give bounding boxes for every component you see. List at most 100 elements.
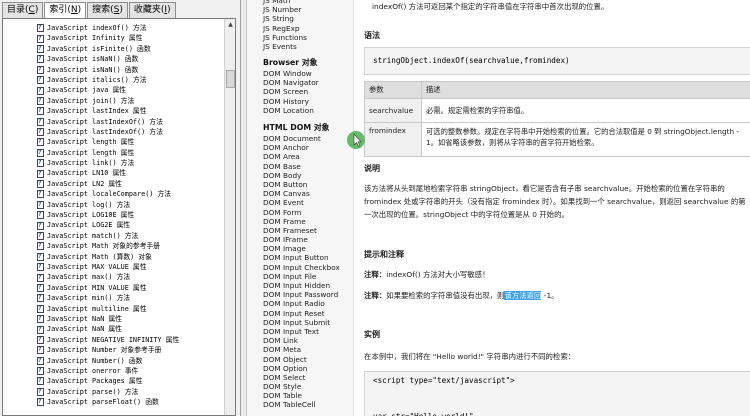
tab-2[interactable]: 搜索(S) (87, 2, 128, 18)
list-item-label: JavaScript match() 方法 (47, 231, 139, 240)
nav-link[interactable]: DOM Window (263, 69, 319, 78)
list-item[interactable]: JavaScript length 属性 (37, 137, 223, 148)
tab-1[interactable]: 索引(N) (44, 2, 87, 19)
list-item[interactable]: JavaScript lastIndex 属性 (37, 106, 223, 117)
list-item[interactable]: JavaScript match() 方法 (37, 231, 223, 241)
nav-link[interactable]: DOM Screen (263, 87, 319, 96)
nav-link[interactable]: DOM Select (263, 373, 340, 382)
index-scrollbar[interactable]: ▲ (224, 19, 235, 415)
nav-link[interactable]: DOM Anchor (263, 143, 340, 152)
list-item[interactable]: JavaScript localeCompare() 方法 (37, 189, 223, 200)
list-item-label: JavaScript LOG10E 属性 (47, 211, 135, 220)
list-item[interactable]: JavaScript Infinity 属性 (37, 33, 223, 44)
nav-link[interactable]: DOM Input Radio (263, 299, 340, 308)
nav-link[interactable]: DOM Table (263, 391, 340, 400)
nav-link[interactable]: DOM Navigator (263, 78, 319, 87)
list-item[interactable]: JavaScript LOG2E 属性 (37, 220, 223, 231)
help-topic-icon (37, 241, 44, 252)
list-item[interactable]: JavaScript isFinite() 函数 (37, 44, 223, 54)
list-item[interactable]: JavaScript join() 方法 (37, 96, 223, 106)
list-item[interactable]: JavaScript java 属性 (37, 85, 223, 96)
help-topic-icon (37, 96, 44, 106)
list-item[interactable]: JavaScript parse() 方法 (37, 387, 223, 397)
nav-link[interactable]: DOM Option (263, 364, 340, 373)
nav-link[interactable]: DOM Area (263, 152, 340, 161)
nav-link[interactable]: DOM Input Checkbox (263, 263, 340, 272)
list-item[interactable]: JavaScript parseFloat() 函数 (37, 397, 223, 408)
nav-link[interactable]: DOM History (263, 97, 319, 106)
nav-link[interactable]: DOM Input Hidden (263, 281, 340, 290)
list-item[interactable]: JavaScript LOG10E 属性 (37, 210, 223, 221)
list-item[interactable]: JavaScript indexOf() 方法 (37, 23, 223, 34)
scroll-thumb[interactable] (226, 70, 235, 88)
nav-link[interactable]: JS RegExp (263, 24, 307, 33)
list-item[interactable]: JavaScript link() 方法 (37, 158, 223, 169)
help-topic-icon (37, 127, 44, 137)
list-item[interactable]: JavaScript MIN VALUE 属性 (37, 283, 223, 293)
nav-link[interactable]: DOM Object (263, 355, 340, 364)
help-topic-icon (37, 137, 44, 148)
list-item[interactable]: JavaScript LN10 属性 (37, 168, 223, 179)
nav-link[interactable]: DOM Input Button (263, 253, 340, 262)
list-item-label: JavaScript NaN 属性 (47, 325, 122, 334)
nav-link[interactable]: DOM Input Text (263, 327, 340, 336)
nav-link[interactable]: JS Functions (263, 33, 307, 42)
nav-link[interactable]: DOM Image (263, 244, 340, 253)
list-item[interactable]: JavaScript LN2 属性 (37, 179, 223, 189)
list-item[interactable]: JavaScript Number 对象参考手册 (37, 345, 223, 356)
list-item[interactable]: JavaScript Packages 属性 (37, 376, 223, 387)
text-selection[interactable]: 该方法返回 (504, 291, 542, 300)
list-item[interactable]: JavaScript log() 方法 (37, 200, 223, 210)
list-item[interactable]: JavaScript NaN 属性 (37, 314, 223, 325)
nav-link[interactable]: JS Events (263, 42, 307, 51)
tab-3[interactable]: 收藏夹(I) (128, 2, 176, 18)
params-header-row: 参数 描述 (364, 81, 750, 99)
nav-link[interactable]: DOM Input Reset (263, 309, 340, 318)
list-item[interactable]: JavaScript lastIndexOf() 方法 (37, 117, 223, 127)
example-code: <script type="text/javascript"> var str="… (364, 371, 750, 416)
nav-link[interactable]: DOM Meta (263, 345, 340, 354)
list-item[interactable]: JavaScript min() 方法 (37, 293, 223, 304)
list-item[interactable]: JavaScript isNaN() 函数 (37, 65, 223, 75)
nav-link[interactable]: DOM Document (263, 134, 340, 143)
nav-link[interactable]: DOM Button (263, 180, 340, 189)
list-item[interactable]: JavaScript Math 对象的参考手册 (37, 241, 223, 252)
list-item-label: JavaScript length 属性 (47, 138, 135, 147)
nav-link[interactable]: JS Number (263, 5, 307, 14)
list-item[interactable]: JavaScript max() 方法 (37, 272, 223, 283)
nav-link[interactable]: DOM Frame (263, 217, 340, 226)
nav-link[interactable]: DOM TableCell (263, 400, 340, 409)
list-item[interactable]: JavaScript multiline 属性 (37, 304, 223, 314)
scroll-up-arrow-icon[interactable]: ▲ (225, 19, 235, 30)
nav-link[interactable]: DOM IFrame (263, 235, 340, 244)
list-item[interactable]: JavaScript isNaN() 函数 (37, 54, 223, 65)
list-item[interactable]: JavaScript length 属性 (37, 148, 223, 158)
list-item[interactable]: JavaScript Math (算数) 对象 (37, 252, 223, 262)
nav-link[interactable]: DOM Link (263, 336, 340, 345)
help-topic-icon (37, 148, 44, 158)
nav-link[interactable]: DOM Canvas (263, 189, 340, 198)
list-item-label: JavaScript isNaN() 函数 (47, 65, 139, 74)
nav-link[interactable]: DOM Style (263, 382, 340, 391)
list-item[interactable]: JavaScript MAX VALUE 属性 (37, 262, 223, 273)
note-text-end: -1。 (541, 291, 559, 300)
syntax-title: 语法 (364, 31, 380, 40)
nav-link[interactable]: JS String (263, 14, 307, 23)
nav-link[interactable]: DOM Input Submit (263, 318, 340, 327)
nav-link[interactable]: DOM Form (263, 208, 340, 217)
nav-link[interactable]: DOM Body (263, 171, 340, 180)
tab-0[interactable]: 目录(C) (2, 2, 44, 18)
nav-link[interactable]: DOM Event (263, 198, 340, 207)
nav-link[interactable]: DOM Input File (263, 272, 340, 281)
list-item[interactable]: JavaScript NaN 属性 (37, 324, 223, 335)
list-item[interactable]: JavaScript Number() 函数 (37, 356, 223, 366)
list-item[interactable]: JavaScript lastIndexOf() 方法 (37, 127, 223, 137)
nav-link[interactable]: DOM Input Password (263, 290, 340, 299)
list-item[interactable]: JavaScript italics() 方法 (37, 75, 223, 86)
list-item[interactable]: JavaScript onerror 事件 (37, 366, 223, 376)
nav-link[interactable]: DOM Frameset (263, 226, 340, 235)
help-topic-icon (37, 117, 44, 127)
nav-link[interactable]: DOM Base (263, 162, 340, 171)
nav-link[interactable]: DOM Location (263, 106, 319, 115)
list-item[interactable]: JavaScript NEGATIVE INFINITY 属性 (37, 335, 223, 345)
